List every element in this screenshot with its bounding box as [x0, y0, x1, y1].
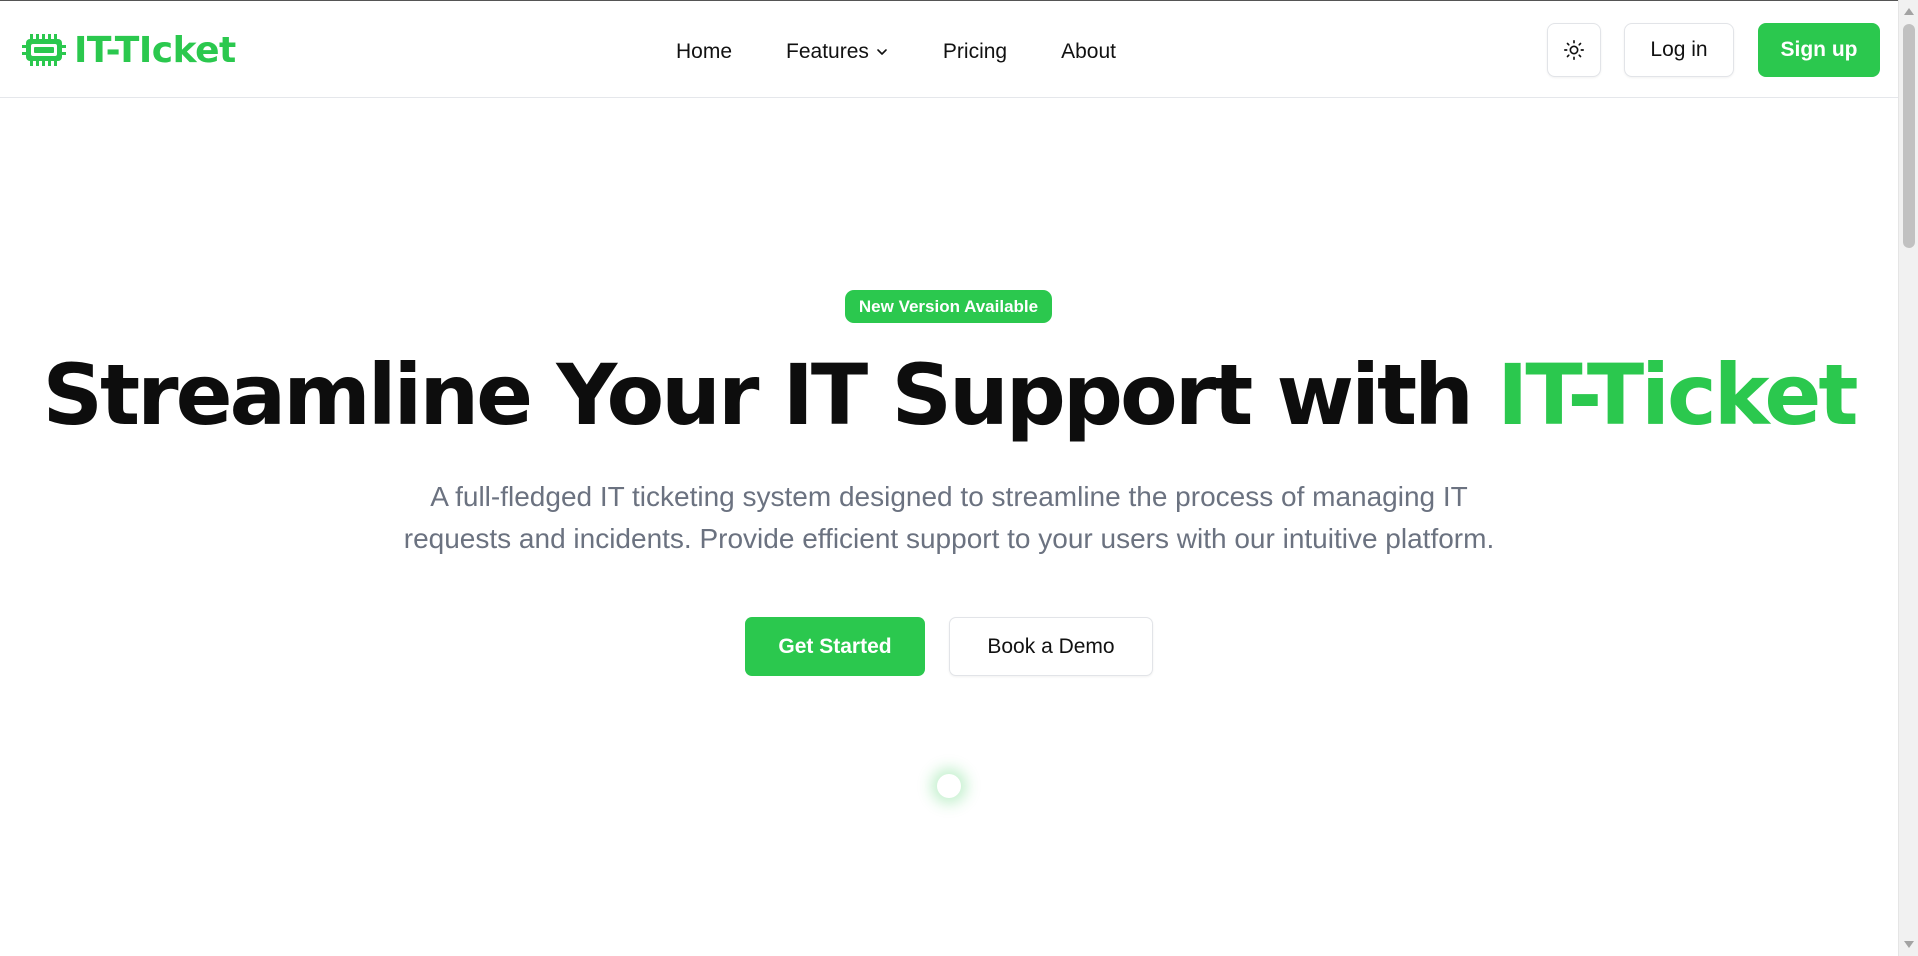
- main-nav: Home Features Pricing About: [676, 37, 1116, 67]
- page-scrollbar[interactable]: [1898, 0, 1918, 956]
- landing-page: IT-TIcket Home Features Pricing About Lo…: [0, 0, 1918, 956]
- new-version-badge[interactable]: New Version Available: [845, 290, 1052, 323]
- get-started-button[interactable]: Get Started: [745, 617, 925, 676]
- nav-item-label: About: [1061, 40, 1116, 63]
- hero-subtitle-line2: requests and incidents. Provide efficien…: [403, 523, 1495, 554]
- scroll-up-arrow-icon[interactable]: [1904, 8, 1914, 15]
- nav-item-label: Home: [676, 40, 733, 63]
- signup-button[interactable]: Sign up: [1758, 23, 1880, 77]
- theme-toggle-button[interactable]: [1547, 23, 1601, 77]
- chip-icon: [22, 34, 66, 66]
- scroll-down-arrow-icon[interactable]: [1904, 941, 1914, 948]
- scrollbar-thumb[interactable]: [1903, 24, 1915, 248]
- top-navbar: IT-TIcket Home Features Pricing About Lo…: [0, 0, 1898, 98]
- brand-name: IT-TIcket: [74, 29, 236, 71]
- sun-icon: [1564, 40, 1584, 60]
- book-demo-button[interactable]: Book a Demo: [949, 617, 1153, 676]
- nav-item-about[interactable]: About: [1061, 40, 1116, 64]
- login-button[interactable]: Log in: [1624, 23, 1734, 77]
- brand-logo-link[interactable]: IT-TIcket: [22, 29, 236, 71]
- nav-item-home[interactable]: Home: [676, 40, 732, 64]
- glow-dot-indicator: [937, 774, 961, 798]
- hero-title: Streamline Your IT Support with IT-Ticke…: [0, 342, 1898, 448]
- hero-subtitle-line1: A full-fledged IT ticketing system desig…: [430, 481, 1468, 512]
- hero-subtitle: A full-fledged IT ticketing system desig…: [349, 476, 1549, 560]
- hero-title-accent: IT-Ticket: [1497, 346, 1858, 444]
- nav-item-pricing[interactable]: Pricing: [943, 40, 1007, 64]
- nav-item-label: Features: [786, 40, 869, 63]
- chevron-down-icon: [877, 49, 887, 55]
- hero-title-main: Streamline Your IT Support with: [42, 346, 1498, 444]
- nav-item-features[interactable]: Features: [786, 40, 889, 64]
- nav-item-label: Pricing: [942, 40, 1008, 63]
